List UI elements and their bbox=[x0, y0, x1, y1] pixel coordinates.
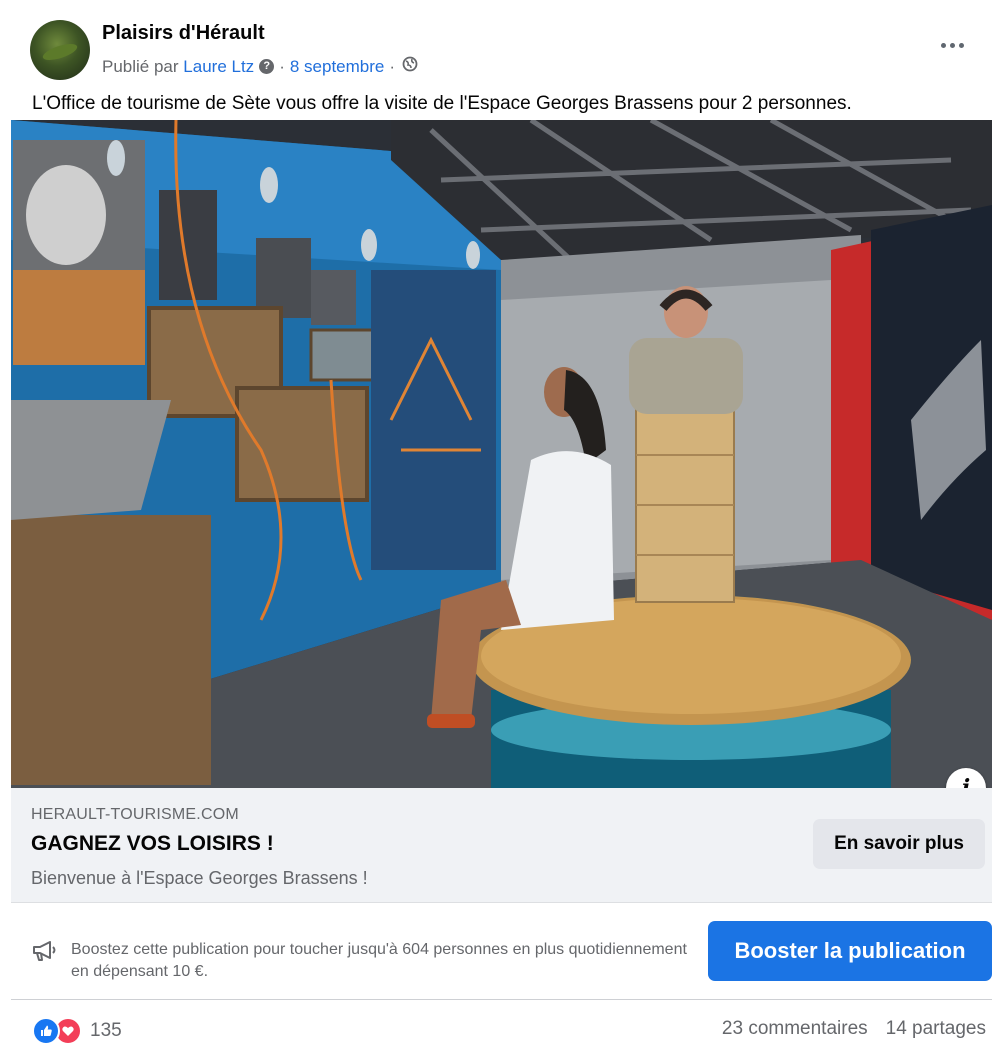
author-link[interactable]: Laure Ltz bbox=[183, 57, 254, 77]
question-badge-icon[interactable]: ? bbox=[259, 59, 275, 74]
link-description: Bienvenue à l'Espace Georges Brassens ! bbox=[31, 868, 368, 888]
post-header: Plaisirs d'Hérault Publié par Laure Ltz?… bbox=[0, 0, 992, 92]
learn-more-button[interactable]: En savoir plus bbox=[813, 819, 985, 869]
boost-post-button[interactable]: Booster la publication bbox=[708, 921, 992, 981]
separator: · bbox=[389, 56, 396, 76]
post-caption: L'Office de tourisme de Sète vous offre … bbox=[32, 93, 852, 114]
divider bbox=[11, 999, 992, 1000]
post-date-link[interactable]: 8 septembre bbox=[290, 57, 385, 77]
shares-count-link[interactable]: 14 partages bbox=[886, 1018, 986, 1040]
link-preview-card[interactable]: HERAULT-TOURISME.COM GAGNEZ VOS LOISIRS … bbox=[11, 788, 992, 903]
reactions-summary[interactable]: 135 bbox=[32, 1014, 122, 1048]
boost-row: Boostez cette publication pour toucher j… bbox=[11, 903, 992, 999]
post-meta: Publié par Laure Ltz? · 8 septembre · bbox=[102, 56, 418, 77]
post-photo[interactable] bbox=[11, 120, 992, 788]
separator: · bbox=[279, 56, 285, 76]
megaphone-icon bbox=[31, 939, 59, 968]
link-domain: HERAULT-TOURISME.COM bbox=[31, 806, 239, 823]
like-reaction-icon bbox=[32, 1017, 60, 1045]
engagement-counts: 23 commentaires 14 partages bbox=[722, 1018, 986, 1040]
museum-photo-illustration bbox=[11, 120, 992, 788]
globe-icon bbox=[402, 56, 418, 77]
link-headline[interactable]: GAGNEZ VOS LOISIRS ! bbox=[31, 832, 274, 856]
page-name[interactable]: Plaisirs d'Hérault bbox=[102, 22, 265, 45]
page-avatar[interactable] bbox=[30, 20, 90, 80]
more-options-icon[interactable] bbox=[932, 30, 972, 60]
boost-description: Boostez cette publication pour toucher j… bbox=[71, 941, 687, 980]
comments-count-link[interactable]: 23 commentaires bbox=[722, 1018, 868, 1040]
published-prefix: Publié par bbox=[102, 56, 179, 76]
reactions-count[interactable]: 135 bbox=[90, 1020, 122, 1042]
